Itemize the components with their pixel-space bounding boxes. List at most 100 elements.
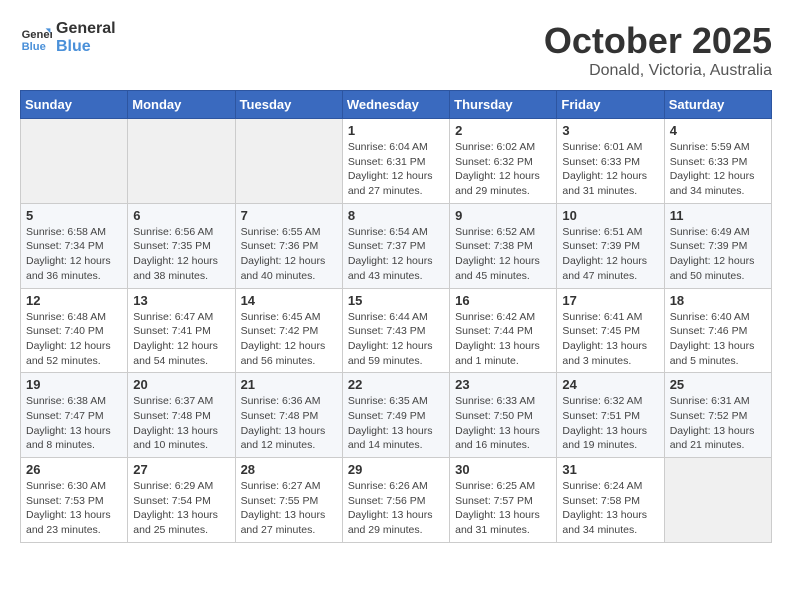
day-info: Sunrise: 6:40 AM Sunset: 7:46 PM Dayligh… bbox=[670, 310, 766, 369]
calendar-cell bbox=[235, 119, 342, 204]
day-number: 6 bbox=[133, 208, 229, 223]
day-info: Sunrise: 6:35 AM Sunset: 7:49 PM Dayligh… bbox=[348, 394, 444, 453]
week-row-3: 12Sunrise: 6:48 AM Sunset: 7:40 PM Dayli… bbox=[21, 288, 772, 373]
day-info: Sunrise: 6:42 AM Sunset: 7:44 PM Dayligh… bbox=[455, 310, 551, 369]
day-number: 23 bbox=[455, 377, 551, 392]
week-row-5: 26 Sunrise: 6:30 AM Sunset: 7:53 PM Dayli… bbox=[21, 458, 772, 543]
calendar-cell: 16 Sunrise: 6:42 AM Sunset: 7:44 PM Dayli… bbox=[450, 288, 557, 373]
calendar-cell: 6 Sunrise: 6:56 AM Sunset: 7:35 PM Daylig… bbox=[128, 203, 235, 288]
day-info: Sunrise: 6:26 AM Sunset: 7:56 PM Dayligh… bbox=[348, 479, 444, 538]
day-number: 5 bbox=[26, 208, 122, 223]
day-number: 27 bbox=[133, 462, 229, 477]
day-number: 26 bbox=[26, 462, 122, 477]
day-number: 11 bbox=[670, 208, 766, 223]
logo: General Blue General Blue bbox=[20, 20, 116, 55]
day-info: Sunrise: 6:49 AM Sunset: 7:39 PM Dayligh… bbox=[670, 225, 766, 284]
day-info: Sunrise: 6:44 AM Sunset: 7:43 PM Dayligh… bbox=[348, 310, 444, 369]
day-number: 12 bbox=[26, 293, 122, 308]
svg-text:General: General bbox=[22, 29, 52, 41]
day-info: Sunrise: 6:47 AM Sunset: 7:41 PM Dayligh… bbox=[133, 310, 229, 369]
day-number: 30 bbox=[455, 462, 551, 477]
day-number: 17 bbox=[562, 293, 658, 308]
week-row-4: 19 Sunrise: 6:38 AM Sunset: 7:47 PM Dayli… bbox=[21, 373, 772, 458]
day-number: 22 bbox=[348, 377, 444, 392]
day-number: 31 bbox=[562, 462, 658, 477]
calendar-cell: 9 Sunrise: 6:52 AM Sunset: 7:38 PM Daylig… bbox=[450, 203, 557, 288]
day-info: Sunrise: 6:31 AM Sunset: 7:52 PM Dayligh… bbox=[670, 394, 766, 453]
day-number: 15 bbox=[348, 293, 444, 308]
calendar-cell: 26 Sunrise: 6:30 AM Sunset: 7:53 PM Dayli… bbox=[21, 458, 128, 543]
month-title: October 2025 bbox=[544, 20, 772, 62]
day-number: 8 bbox=[348, 208, 444, 223]
day-info: Sunrise: 6:33 AM Sunset: 7:50 PM Dayligh… bbox=[455, 394, 551, 453]
calendar-cell: 5 Sunrise: 6:58 AM Sunset: 7:34 PM Daylig… bbox=[21, 203, 128, 288]
day-number: 16 bbox=[455, 293, 551, 308]
calendar-cell: 7 Sunrise: 6:55 AM Sunset: 7:36 PM Daylig… bbox=[235, 203, 342, 288]
calendar-cell: 10Sunrise: 6:51 AM Sunset: 7:39 PM Dayli… bbox=[557, 203, 664, 288]
weekday-header-tuesday: Tuesday bbox=[235, 91, 342, 119]
weekday-header-sunday: Sunday bbox=[21, 91, 128, 119]
day-number: 9 bbox=[455, 208, 551, 223]
calendar-cell: 4 Sunrise: 5:59 AM Sunset: 6:33 PM Daylig… bbox=[664, 119, 771, 204]
day-info: Sunrise: 6:52 AM Sunset: 7:38 PM Dayligh… bbox=[455, 225, 551, 284]
calendar-cell: 13 Sunrise: 6:47 AM Sunset: 7:41 PM Dayli… bbox=[128, 288, 235, 373]
calendar-cell: 14Sunrise: 6:45 AM Sunset: 7:42 PM Dayli… bbox=[235, 288, 342, 373]
calendar-cell: 25 Sunrise: 6:31 AM Sunset: 7:52 PM Dayli… bbox=[664, 373, 771, 458]
calendar-cell: 8 Sunrise: 6:54 AM Sunset: 7:37 PM Daylig… bbox=[342, 203, 449, 288]
day-info: Sunrise: 6:02 AM Sunset: 6:32 PM Dayligh… bbox=[455, 140, 551, 199]
day-number: 28 bbox=[241, 462, 337, 477]
day-number: 18 bbox=[670, 293, 766, 308]
day-number: 13 bbox=[133, 293, 229, 308]
day-info: Sunrise: 6:38 AM Sunset: 7:47 PM Dayligh… bbox=[26, 394, 122, 453]
svg-text:Blue: Blue bbox=[22, 41, 46, 53]
calendar-cell: 31 Sunrise: 6:24 AM Sunset: 7:58 PM Dayli… bbox=[557, 458, 664, 543]
day-info: Sunrise: 6:25 AM Sunset: 7:57 PM Dayligh… bbox=[455, 479, 551, 538]
day-info: Sunrise: 6:58 AM Sunset: 7:34 PM Dayligh… bbox=[26, 225, 122, 284]
day-info: Sunrise: 6:54 AM Sunset: 7:37 PM Dayligh… bbox=[348, 225, 444, 284]
day-number: 19 bbox=[26, 377, 122, 392]
calendar-cell: 29Sunrise: 6:26 AM Sunset: 7:56 PM Dayli… bbox=[342, 458, 449, 543]
calendar-cell: 12Sunrise: 6:48 AM Sunset: 7:40 PM Dayli… bbox=[21, 288, 128, 373]
calendar-cell: 2 Sunrise: 6:02 AM Sunset: 6:32 PM Daylig… bbox=[450, 119, 557, 204]
week-row-1: 1Sunrise: 6:04 AM Sunset: 6:31 PM Daylig… bbox=[21, 119, 772, 204]
day-info: Sunrise: 5:59 AM Sunset: 6:33 PM Dayligh… bbox=[670, 140, 766, 199]
location: Donald, Victoria, Australia bbox=[544, 62, 772, 80]
calendar-cell: 30 Sunrise: 6:25 AM Sunset: 7:57 PM Dayli… bbox=[450, 458, 557, 543]
weekday-header-thursday: Thursday bbox=[450, 91, 557, 119]
calendar-cell: 21Sunrise: 6:36 AM Sunset: 7:48 PM Dayli… bbox=[235, 373, 342, 458]
calendar-cell bbox=[128, 119, 235, 204]
calendar-cell: 20Sunrise: 6:37 AM Sunset: 7:48 PM Dayli… bbox=[128, 373, 235, 458]
calendar-cell bbox=[664, 458, 771, 543]
day-number: 2 bbox=[455, 123, 551, 138]
day-number: 20 bbox=[133, 377, 229, 392]
calendar-cell: 17 Sunrise: 6:41 AM Sunset: 7:45 PM Dayli… bbox=[557, 288, 664, 373]
calendar-table: SundayMondayTuesdayWednesdayThursdayFrid… bbox=[20, 90, 772, 543]
day-number: 25 bbox=[670, 377, 766, 392]
calendar-cell bbox=[21, 119, 128, 204]
weekday-header-wednesday: Wednesday bbox=[342, 91, 449, 119]
calendar-cell: 23 Sunrise: 6:33 AM Sunset: 7:50 PM Dayli… bbox=[450, 373, 557, 458]
calendar-cell: 28Sunrise: 6:27 AM Sunset: 7:55 PM Dayli… bbox=[235, 458, 342, 543]
day-info: Sunrise: 6:41 AM Sunset: 7:45 PM Dayligh… bbox=[562, 310, 658, 369]
day-info: Sunrise: 6:29 AM Sunset: 7:54 PM Dayligh… bbox=[133, 479, 229, 538]
day-number: 10 bbox=[562, 208, 658, 223]
day-number: 3 bbox=[562, 123, 658, 138]
day-number: 7 bbox=[241, 208, 337, 223]
weekday-header-row: SundayMondayTuesdayWednesdayThursdayFrid… bbox=[21, 91, 772, 119]
day-info: Sunrise: 6:30 AM Sunset: 7:53 PM Dayligh… bbox=[26, 479, 122, 538]
calendar-cell: 15 Sunrise: 6:44 AM Sunset: 7:43 PM Dayli… bbox=[342, 288, 449, 373]
day-info: Sunrise: 6:56 AM Sunset: 7:35 PM Dayligh… bbox=[133, 225, 229, 284]
calendar-cell: 1Sunrise: 6:04 AM Sunset: 6:31 PM Daylig… bbox=[342, 119, 449, 204]
calendar-cell: 22 Sunrise: 6:35 AM Sunset: 7:49 PM Dayli… bbox=[342, 373, 449, 458]
logo-general: General bbox=[56, 20, 116, 38]
calendar-cell: 18 Sunrise: 6:40 AM Sunset: 7:46 PM Dayli… bbox=[664, 288, 771, 373]
day-info: Sunrise: 6:24 AM Sunset: 7:58 PM Dayligh… bbox=[562, 479, 658, 538]
day-info: Sunrise: 6:36 AM Sunset: 7:48 PM Dayligh… bbox=[241, 394, 337, 453]
day-number: 4 bbox=[670, 123, 766, 138]
calendar-cell: 11 Sunrise: 6:49 AM Sunset: 7:39 PM Dayli… bbox=[664, 203, 771, 288]
logo-blue: Blue bbox=[56, 38, 116, 56]
day-number: 1 bbox=[348, 123, 444, 138]
day-info: Sunrise: 6:55 AM Sunset: 7:36 PM Dayligh… bbox=[241, 225, 337, 284]
calendar-cell: 24Sunrise: 6:32 AM Sunset: 7:51 PM Dayli… bbox=[557, 373, 664, 458]
page-header: General Blue General Blue October 2025 D… bbox=[20, 20, 772, 80]
